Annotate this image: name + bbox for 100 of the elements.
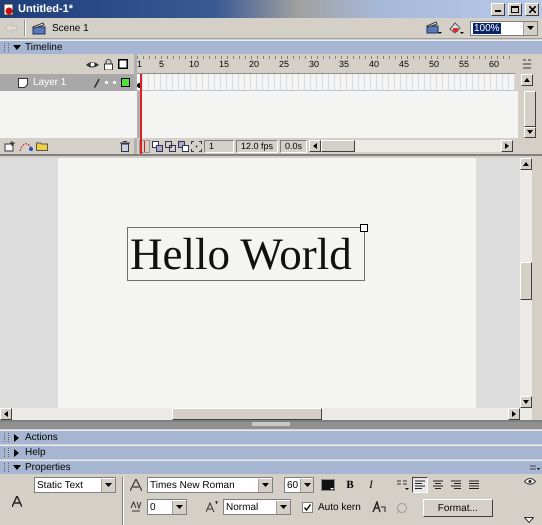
- insert-layer-icon[interactable]: [4, 140, 16, 152]
- layer-page-icon: [18, 78, 28, 88]
- frame-number: 15: [219, 59, 230, 69]
- scroll-up-button[interactable]: [520, 158, 532, 170]
- italic-button[interactable]: I: [363, 477, 379, 493]
- resize-handle[interactable]: [360, 224, 368, 232]
- onion-markers-icon[interactable]: [191, 140, 202, 152]
- folder-icon[interactable]: [36, 141, 48, 151]
- format-button[interactable]: Format...: [422, 499, 493, 517]
- scene-label[interactable]: Scene 1: [52, 22, 89, 34]
- frame-rate-field[interactable]: 12.0 fps: [236, 140, 278, 152]
- onion-skin-icon[interactable]: [152, 140, 163, 152]
- panel-title: Actions: [25, 432, 58, 443]
- scroll-right-button[interactable]: [501, 140, 513, 152]
- character-spacing-field[interactable]: 0: [147, 499, 187, 515]
- expanded-triangle-icon: [13, 44, 21, 52]
- up-arrow-icon: [523, 162, 529, 166]
- scroll-down-button[interactable]: [520, 396, 532, 408]
- frame-number: 45: [399, 59, 410, 69]
- frame-number: 5: [159, 59, 164, 69]
- panel-header[interactable]: Actions: [0, 430, 542, 444]
- text-color-swatch[interactable]: [319, 477, 337, 493]
- down-arrow-icon: [523, 400, 529, 404]
- document-icon: [3, 2, 15, 16]
- down-arrow-icon: [527, 130, 533, 134]
- text-type-dropdown[interactable]: Static Text: [34, 477, 116, 493]
- frame-number: 1: [137, 59, 142, 69]
- panel-title: Properties: [25, 462, 71, 473]
- layer-name: Layer 1: [33, 77, 68, 88]
- right-arrow-icon: [512, 411, 516, 417]
- close-icon: [528, 6, 536, 12]
- text-direction-icon[interactable]: [396, 479, 410, 491]
- bold-button[interactable]: B: [342, 477, 358, 493]
- scrollbar-thumb[interactable]: [321, 140, 356, 152]
- edit-frames-icon[interactable]: [178, 140, 189, 152]
- left-arrow-icon: [4, 411, 8, 417]
- character-position-dropdown[interactable]: Normal: [223, 499, 291, 515]
- scrollbar-thumb[interactable]: [524, 91, 536, 127]
- scroll-down-button[interactable]: [524, 126, 536, 138]
- text-field[interactable]: Hello World: [127, 227, 365, 281]
- motion-guide-icon[interactable]: [19, 140, 33, 152]
- pencil-icon: [94, 78, 100, 88]
- checkmark-icon: [304, 504, 311, 510]
- outline-color-square-icon: [121, 78, 130, 87]
- expand-arrow-icon[interactable]: [524, 517, 534, 523]
- dropdown-arrow-icon: [262, 483, 269, 487]
- align-left-button[interactable]: [412, 477, 428, 493]
- clapperboard-icon: [32, 22, 46, 34]
- panel-header[interactable]: Help: [0, 445, 542, 459]
- align-right-icon: [450, 480, 461, 490]
- back-arrow-icon: [4, 22, 18, 34]
- scroll-left-button[interactable]: [0, 408, 12, 420]
- splitter-handle[interactable]: [252, 422, 290, 426]
- frame-view-icon[interactable]: [522, 58, 532, 70]
- dropdown-arrow-icon: [176, 505, 183, 509]
- auto-kern-label: Auto kern: [318, 502, 361, 512]
- panel-header[interactable]: Properties: [0, 460, 542, 474]
- text-format-icon[interactable]: [372, 501, 386, 513]
- maximize-button[interactable]: [508, 2, 522, 16]
- onion-outline-icon[interactable]: [165, 140, 176, 152]
- frame-number: 40: [369, 59, 380, 69]
- zoom-dropdown[interactable]: 100%: [470, 20, 538, 36]
- eye-icon[interactable]: [524, 477, 536, 486]
- dropdown-arrow-icon: [280, 505, 287, 509]
- outline-icon[interactable]: [118, 59, 128, 69]
- current-frame-field: 1: [204, 140, 234, 152]
- scroll-up-button[interactable]: [521, 74, 533, 86]
- scrollbar-thumb[interactable]: [520, 262, 532, 300]
- align-center-icon: [432, 480, 443, 490]
- panel-header[interactable]: Timeline: [0, 40, 542, 54]
- left-arrow-icon: [313, 143, 318, 149]
- dropdown-arrow-icon: [527, 26, 534, 30]
- dot-icon: [105, 81, 108, 84]
- minimize-button[interactable]: [491, 2, 505, 16]
- edit-symbol-icon[interactable]: [448, 21, 464, 35]
- window-title: Untitled-1*: [18, 3, 74, 15]
- frame-number: 20: [249, 59, 260, 69]
- stage[interactable]: Hello World: [58, 158, 476, 408]
- frame-number: 60: [489, 59, 500, 69]
- trash-icon[interactable]: [120, 140, 130, 152]
- keyframe-dot[interactable]: [137, 83, 142, 88]
- close-button[interactable]: [525, 2, 539, 16]
- scroll-left-button[interactable]: [309, 140, 322, 152]
- frame-number: 35: [339, 59, 350, 69]
- center-frame-icon[interactable]: [139, 140, 150, 152]
- auto-kern-checkbox[interactable]: [302, 502, 313, 512]
- lock-icon[interactable]: [104, 58, 113, 70]
- font-size-field[interactable]: 60: [284, 477, 314, 493]
- frame-ruler[interactable]: 1 5 10 15 20 25 30 35 40 45 50 55 60: [137, 54, 515, 74]
- eye-icon[interactable]: [86, 60, 99, 68]
- align-justify-icon: [468, 480, 479, 490]
- scroll-right-button[interactable]: [508, 408, 520, 420]
- frame-number: 10: [189, 59, 200, 69]
- right-arrow-icon: [505, 143, 509, 149]
- scrollbar-thumb[interactable]: [172, 408, 322, 420]
- dropdown-arrow-icon: [105, 483, 112, 487]
- font-dropdown[interactable]: Times New Roman: [147, 477, 273, 493]
- edit-scene-icon[interactable]: [426, 21, 442, 35]
- panel-menu-icon[interactable]: [530, 464, 540, 470]
- align-left-icon: [414, 480, 425, 490]
